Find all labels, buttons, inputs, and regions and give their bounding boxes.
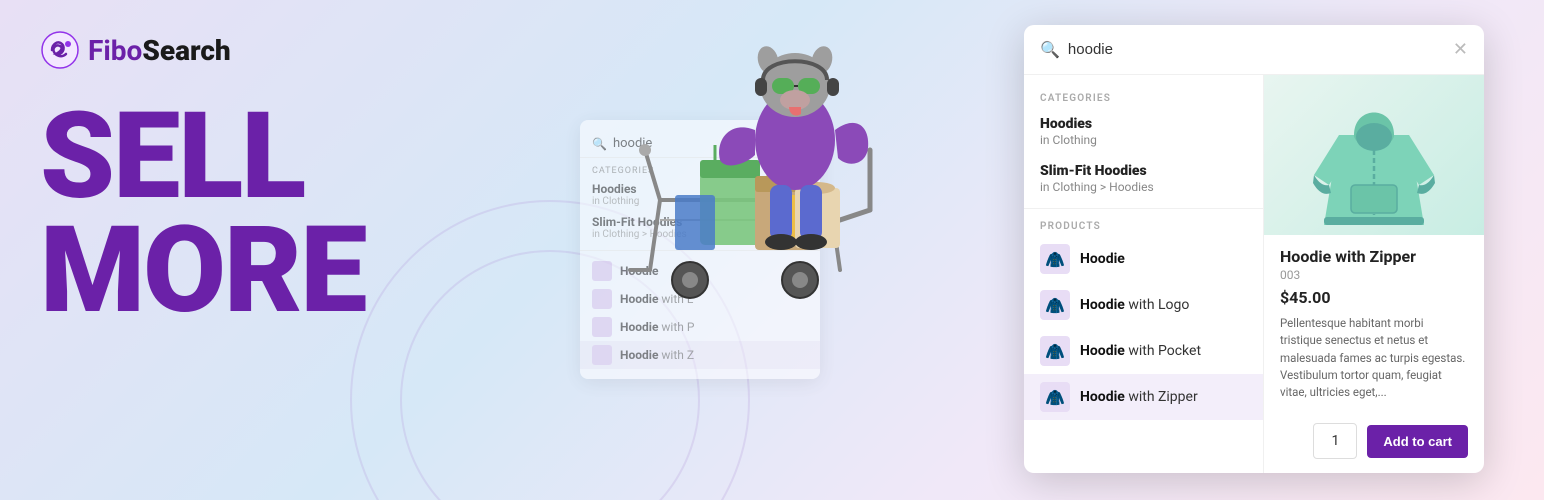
product-detail-name: Hoodie with Zipper	[1280, 247, 1468, 266]
product-detail: Hoodie with Zipper 003 $45.00 Pellentesq…	[1264, 75, 1484, 473]
logo-text: FiboSearch	[88, 34, 231, 67]
search-input[interactable]	[1068, 41, 1445, 58]
product-detail-image	[1264, 75, 1484, 235]
product-detail-info: Hoodie with Zipper 003 $45.00 Pellentesq…	[1264, 235, 1484, 413]
dropdown-left-panel: CATEGORIES Hoodies in Clothing Slim-Fit …	[1024, 75, 1264, 473]
category-slim-title: Slim-Fit Hoodies	[1040, 163, 1247, 179]
category-hoodies-sub: in Clothing	[1040, 133, 1247, 147]
hoodie-illustration	[1309, 85, 1439, 225]
clear-icon[interactable]: ✕	[1453, 39, 1468, 60]
logo-icon	[40, 30, 80, 70]
quantity-box[interactable]: 1	[1313, 423, 1357, 459]
character-svg	[600, 40, 940, 470]
product-detail-price: $45.00	[1280, 288, 1468, 307]
logo-search: Search	[142, 34, 230, 67]
product-name-4: Hoodie with Zipper	[1080, 389, 1198, 405]
product-detail-sku: 003	[1280, 268, 1468, 282]
product-hoodie-logo[interactable]: 🧥 Hoodie with Logo	[1024, 282, 1263, 328]
product-hoodie-pocket[interactable]: 🧥 Hoodie with Pocket	[1024, 328, 1263, 374]
product-detail-desc: Pellentesque habitant morbi tristique se…	[1280, 315, 1468, 401]
product-thumb-3: 🧥	[1040, 336, 1070, 366]
product-name-3: Hoodie with Pocket	[1080, 343, 1201, 359]
product-hoodie-zipper[interactable]: 🧥 Hoodie with Zipper	[1024, 374, 1263, 420]
hero-text: SELL MORE	[40, 100, 520, 328]
product-detail-actions: 1 Add to cart	[1264, 413, 1484, 473]
category-hoodies[interactable]: Hoodies in Clothing	[1024, 108, 1263, 155]
dropdown-right-panel: Hoodie with Zipper 003 $45.00 Pellentesq…	[1264, 75, 1484, 473]
add-to-cart-button[interactable]: Add to cart	[1367, 425, 1468, 458]
products-section-label: PRODUCTS	[1024, 215, 1263, 236]
dropdown-search-row: 🔍 ✕	[1024, 25, 1484, 75]
product-hoodie[interactable]: 🧥 Hoodie	[1024, 236, 1263, 282]
logo-fibo: Fibo	[88, 34, 142, 67]
product-thumb-2: 🧥	[1040, 290, 1070, 320]
main-dropdown: 🔍 ✕ CATEGORIES Hoodies in Clothing Slim-…	[1024, 25, 1484, 473]
left-section: FiboSearch SELL MORE	[0, 0, 560, 500]
product-name-2: Hoodie with Logo	[1080, 297, 1189, 313]
logo: FiboSearch	[40, 30, 520, 70]
category-slim-sub: in Clothing > Hoodies	[1040, 180, 1247, 194]
categories-section-label: CATEGORIES	[1024, 87, 1263, 108]
hero-line2: MORE	[40, 214, 520, 328]
character-area	[600, 40, 960, 500]
hero-line1: SELL	[40, 100, 520, 214]
product-thumb-4: 🧥	[1040, 382, 1070, 412]
products-divider	[1024, 208, 1263, 209]
category-hoodies-title: Hoodies	[1040, 116, 1247, 132]
product-thumb-1: 🧥	[1040, 244, 1070, 274]
product-name-1: Hoodie	[1080, 251, 1125, 267]
dropdown-body: CATEGORIES Hoodies in Clothing Slim-Fit …	[1024, 75, 1484, 473]
banner: FiboSearch SELL MORE 🔍 hoodie CATEGORIES…	[0, 0, 1544, 500]
category-slim-fit[interactable]: Slim-Fit Hoodies in Clothing > Hoodies	[1024, 155, 1263, 202]
search-icon: 🔍	[1040, 40, 1060, 59]
